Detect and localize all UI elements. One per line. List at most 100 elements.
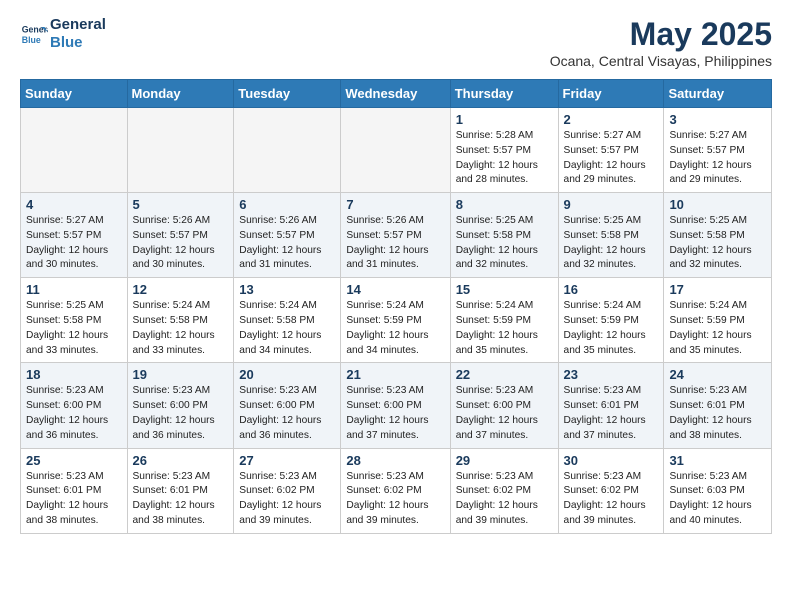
day-info: Sunrise: 5:23 AMSunset: 6:01 PMDaylight:… [669,384,766,443]
day-info: Sunrise: 5:23 AMSunset: 6:00 PMDaylight:… [26,384,122,443]
logo-line1: General [50,16,106,34]
calendar: SundayMondayTuesdayWednesdayThursdayFrid… [20,79,772,534]
month-title: May 2025 [550,16,772,53]
calendar-cell [127,108,234,193]
day-number: 25 [26,453,122,468]
day-number: 2 [564,112,659,127]
day-info: Sunrise: 5:23 AMSunset: 6:02 PMDaylight:… [564,470,659,529]
calendar-cell: 29 Sunrise: 5:23 AMSunset: 6:02 PMDayligh… [450,448,558,533]
day-info: Sunrise: 5:23 AMSunset: 6:00 PMDaylight:… [456,384,553,443]
day-info: Sunrise: 5:24 AMSunset: 5:59 PMDaylight:… [456,299,553,358]
day-info: Sunrise: 5:23 AMSunset: 6:03 PMDaylight:… [669,470,766,529]
day-number: 27 [239,453,335,468]
day-number: 28 [346,453,444,468]
calendar-cell [341,108,450,193]
week-row-5: 25 Sunrise: 5:23 AMSunset: 6:01 PMDayligh… [21,448,772,533]
calendar-cell: 15 Sunrise: 5:24 AMSunset: 5:59 PMDayligh… [450,278,558,363]
day-number: 15 [456,282,553,297]
day-info: Sunrise: 5:27 AMSunset: 5:57 PMDaylight:… [669,129,766,188]
calendar-cell: 1 Sunrise: 5:28 AMSunset: 5:57 PMDaylight… [450,108,558,193]
day-info: Sunrise: 5:23 AMSunset: 6:02 PMDaylight:… [456,470,553,529]
calendar-cell: 25 Sunrise: 5:23 AMSunset: 6:01 PMDayligh… [21,448,128,533]
day-number: 10 [669,197,766,212]
logo-line2: Blue [50,34,106,52]
day-number: 16 [564,282,659,297]
calendar-cell: 30 Sunrise: 5:23 AMSunset: 6:02 PMDayligh… [558,448,664,533]
calendar-cell: 16 Sunrise: 5:24 AMSunset: 5:59 PMDayligh… [558,278,664,363]
day-number: 9 [564,197,659,212]
day-number: 6 [239,197,335,212]
day-number: 5 [133,197,229,212]
day-number: 1 [456,112,553,127]
day-number: 29 [456,453,553,468]
day-info: Sunrise: 5:24 AMSunset: 5:59 PMDaylight:… [564,299,659,358]
day-info: Sunrise: 5:25 AMSunset: 5:58 PMDaylight:… [26,299,122,358]
calendar-cell: 13Sunrise: 5:24 AMSunset: 5:58 PMDayligh… [234,278,341,363]
subtitle: Ocana, Central Visayas, Philippines [550,53,772,69]
logo: General Blue General Blue [20,16,106,52]
calendar-cell: 20Sunrise: 5:23 AMSunset: 6:00 PMDayligh… [234,363,341,448]
day-number: 31 [669,453,766,468]
day-info: Sunrise: 5:23 AMSunset: 6:00 PMDaylight:… [133,384,229,443]
weekday-wednesday: Wednesday [341,80,450,108]
calendar-cell: 8 Sunrise: 5:25 AMSunset: 5:58 PMDaylight… [450,193,558,278]
logo-icon: General Blue [20,20,48,48]
calendar-cell [234,108,341,193]
calendar-cell: 12 Sunrise: 5:24 AMSunset: 5:58 PMDayligh… [127,278,234,363]
calendar-cell: 24 Sunrise: 5:23 AMSunset: 6:01 PMDayligh… [664,363,772,448]
day-number: 17 [669,282,766,297]
page: General Blue General Blue May 2025 Ocana… [0,0,792,550]
day-number: 26 [133,453,229,468]
calendar-cell: 2 Sunrise: 5:27 AMSunset: 5:57 PMDaylight… [558,108,664,193]
day-info: Sunrise: 5:25 AMSunset: 5:58 PMDaylight:… [669,214,766,273]
calendar-cell: 22Sunrise: 5:23 AMSunset: 6:00 PMDayligh… [450,363,558,448]
calendar-cell: 31 Sunrise: 5:23 AMSunset: 6:03 PMDayligh… [664,448,772,533]
day-info: Sunrise: 5:26 AMSunset: 5:57 PMDaylight:… [239,214,335,273]
day-number: 4 [26,197,122,212]
day-info: Sunrise: 5:25 AMSunset: 5:58 PMDaylight:… [564,214,659,273]
weekday-monday: Monday [127,80,234,108]
day-info: Sunrise: 5:23 AMSunset: 6:01 PMDaylight:… [133,470,229,529]
day-number: 21 [346,367,444,382]
weekday-header-row: SundayMondayTuesdayWednesdayThursdayFrid… [21,80,772,108]
day-number: 3 [669,112,766,127]
calendar-cell [21,108,128,193]
weekday-sunday: Sunday [21,80,128,108]
day-number: 12 [133,282,229,297]
day-info: Sunrise: 5:27 AMSunset: 5:57 PMDaylight:… [26,214,122,273]
weekday-friday: Friday [558,80,664,108]
day-info: Sunrise: 5:23 AMSunset: 6:00 PMDaylight:… [346,384,444,443]
day-number: 30 [564,453,659,468]
week-row-3: 11Sunrise: 5:25 AMSunset: 5:58 PMDayligh… [21,278,772,363]
svg-text:Blue: Blue [22,35,41,45]
calendar-cell: 4 Sunrise: 5:27 AMSunset: 5:57 PMDaylight… [21,193,128,278]
day-number: 8 [456,197,553,212]
calendar-cell: 3 Sunrise: 5:27 AMSunset: 5:57 PMDaylight… [664,108,772,193]
day-info: Sunrise: 5:25 AMSunset: 5:58 PMDaylight:… [456,214,553,273]
calendar-cell: 14Sunrise: 5:24 AMSunset: 5:59 PMDayligh… [341,278,450,363]
calendar-cell: 10 Sunrise: 5:25 AMSunset: 5:58 PMDayligh… [664,193,772,278]
day-info: Sunrise: 5:27 AMSunset: 5:57 PMDaylight:… [564,129,659,188]
weekday-saturday: Saturday [664,80,772,108]
week-row-1: 1 Sunrise: 5:28 AMSunset: 5:57 PMDaylight… [21,108,772,193]
day-info: Sunrise: 5:23 AMSunset: 6:02 PMDaylight:… [346,470,444,529]
day-number: 24 [669,367,766,382]
calendar-cell: 23Sunrise: 5:23 AMSunset: 6:01 PMDayligh… [558,363,664,448]
day-number: 13 [239,282,335,297]
calendar-cell: 19Sunrise: 5:23 AMSunset: 6:00 PMDayligh… [127,363,234,448]
day-info: Sunrise: 5:26 AMSunset: 5:57 PMDaylight:… [346,214,444,273]
day-number: 23 [564,367,659,382]
day-info: Sunrise: 5:26 AMSunset: 5:57 PMDaylight:… [133,214,229,273]
day-info: Sunrise: 5:23 AMSunset: 6:01 PMDaylight:… [26,470,122,529]
day-info: Sunrise: 5:28 AMSunset: 5:57 PMDaylight:… [456,129,553,188]
calendar-cell: 18 Sunrise: 5:23 AMSunset: 6:00 PMDayligh… [21,363,128,448]
weekday-thursday: Thursday [450,80,558,108]
day-info: Sunrise: 5:24 AMSunset: 5:59 PMDaylight:… [346,299,444,358]
calendar-cell: 26 Sunrise: 5:23 AMSunset: 6:01 PMDayligh… [127,448,234,533]
day-info: Sunrise: 5:24 AMSunset: 5:58 PMDaylight:… [133,299,229,358]
title-block: May 2025 Ocana, Central Visayas, Philipp… [550,16,772,69]
day-number: 18 [26,367,122,382]
week-row-4: 18 Sunrise: 5:23 AMSunset: 6:00 PMDayligh… [21,363,772,448]
week-row-2: 4 Sunrise: 5:27 AMSunset: 5:57 PMDaylight… [21,193,772,278]
day-number: 7 [346,197,444,212]
